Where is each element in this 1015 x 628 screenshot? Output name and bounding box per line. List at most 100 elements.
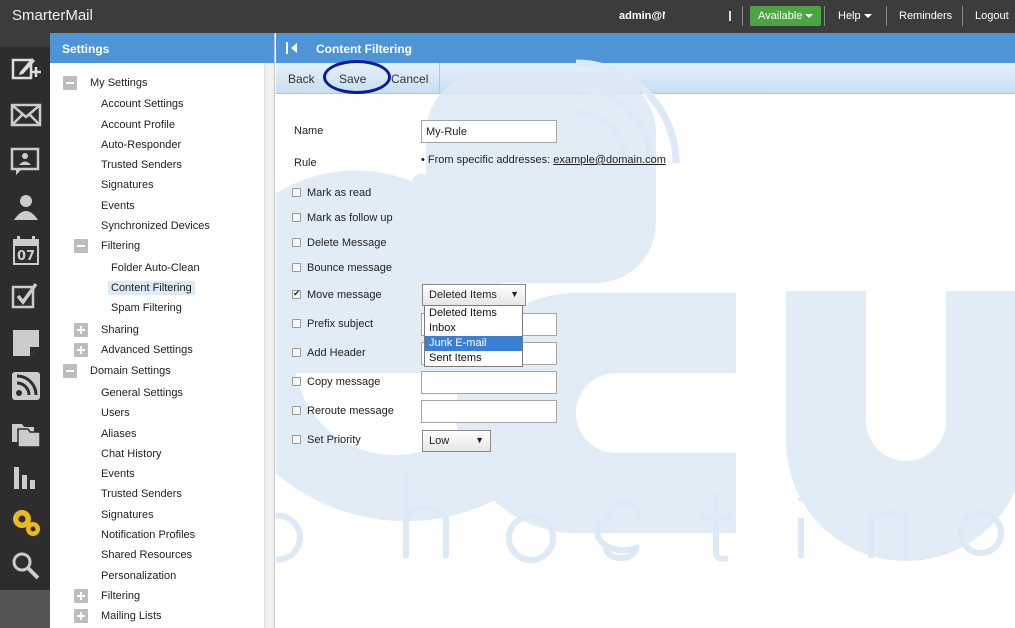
bounce-message-checkbox[interactable] [292, 263, 301, 272]
reroute-message-input[interactable] [421, 400, 557, 423]
tree-item-users[interactable]: Users [101, 407, 130, 419]
toolbar: Back Save Cancel [276, 60, 1015, 94]
tree-item-domain-filtering[interactable]: Filtering [101, 590, 140, 602]
divider [962, 6, 963, 26]
rule-label: Rule [294, 157, 317, 169]
contacts-icon[interactable] [10, 191, 42, 223]
page-title: Content Filtering [316, 42, 412, 56]
delete-message-checkbox[interactable] [292, 238, 301, 247]
collapse-icon[interactable] [74, 239, 88, 253]
priority-value: Low [429, 435, 450, 447]
priority-select[interactable]: Low ▼ [422, 430, 491, 452]
tree-item-events[interactable]: Events [101, 200, 135, 212]
help-menu[interactable]: Help [838, 10, 872, 22]
tree-item-my-settings[interactable]: My Settings [90, 77, 147, 89]
logout-link[interactable]: Logout [975, 10, 1009, 22]
tree-item-domain-signatures[interactable]: Signatures [101, 509, 154, 521]
calendar-icon[interactable]: 07 [10, 235, 42, 267]
divider [886, 6, 887, 26]
app-title: SmarterMail [12, 7, 93, 24]
expand-icon[interactable] [74, 609, 88, 623]
rss-icon[interactable] [10, 370, 42, 402]
tree-item-aliases[interactable]: Aliases [101, 428, 136, 440]
move-folder-options: Deleted Items Inbox Junk E-mail Sent Ite… [424, 305, 523, 367]
tree-item-domain-trusted-senders[interactable]: Trusted Senders [101, 488, 182, 500]
tree-item-mailing-lists[interactable]: Mailing Lists [101, 610, 162, 622]
tree-item-personalization[interactable]: Personalization [101, 570, 176, 582]
tree-item-synchronized-devices[interactable]: Synchronized Devices [101, 220, 210, 232]
tree-item-notification-profiles[interactable]: Notification Profiles [101, 529, 195, 541]
files-icon[interactable] [10, 416, 42, 448]
toolbar-divider [439, 63, 440, 94]
mark-as-read-checkbox[interactable] [292, 188, 301, 197]
tree-item-shared-resources[interactable]: Shared Resources [101, 549, 192, 561]
tree-item-account-settings[interactable]: Account Settings [101, 98, 184, 110]
tree-item-filtering[interactable]: Filtering [101, 240, 140, 252]
bounce-message-label: Bounce message [307, 262, 392, 274]
content-header: Content Filtering [276, 33, 1015, 63]
expand-icon[interactable] [74, 589, 88, 603]
mark-as-follow-up-checkbox[interactable] [292, 213, 301, 222]
copy-message-checkbox[interactable] [292, 377, 301, 386]
tree-item-domain-events[interactable]: Events [101, 468, 135, 480]
option-deleted-items[interactable]: Deleted Items [425, 306, 522, 321]
add-header-checkbox[interactable] [292, 348, 301, 357]
reminders-link[interactable]: Reminders [899, 10, 952, 22]
name-input[interactable] [421, 120, 557, 143]
reroute-message-checkbox[interactable] [292, 406, 301, 415]
settings-icon[interactable] [10, 506, 42, 538]
prefix-subject-checkbox[interactable] [292, 319, 301, 328]
move-message-checkbox[interactable] [292, 288, 301, 299]
tree-item-content-filtering[interactable]: Content Filtering [108, 281, 195, 295]
chevron-down-icon [863, 14, 872, 19]
collapse-panel-icon[interactable] [284, 40, 300, 56]
rule-description: • From specific addresses: example@domai… [421, 154, 666, 166]
app-rail: 07 [0, 33, 50, 628]
tasks-icon[interactable] [10, 280, 42, 312]
tree-item-auto-responder[interactable]: Auto-Responder [101, 139, 181, 151]
mail-icon[interactable] [10, 99, 42, 131]
expand-icon[interactable] [74, 323, 88, 337]
tree-item-trusted-senders[interactable]: Trusted Senders [101, 159, 182, 171]
add-header-label: Add Header [307, 347, 366, 359]
set-priority-checkbox[interactable] [292, 435, 301, 444]
tree-item-advanced-settings[interactable]: Advanced Settings [101, 344, 193, 356]
option-inbox[interactable]: Inbox [425, 321, 522, 336]
mark-as-follow-up-label: Mark as follow up [307, 212, 393, 224]
delete-message-label: Delete Message [307, 237, 387, 249]
user-email-mark [729, 11, 731, 21]
calendar-day: 07 [17, 249, 35, 264]
tree-item-account-profile[interactable]: Account Profile [101, 119, 175, 131]
status-dropdown[interactable]: Available [750, 6, 822, 26]
rule-address-link[interactable]: example@domain.com [553, 154, 666, 166]
reports-icon[interactable] [10, 461, 42, 493]
content-panel: Content Filtering Back Save Cancel Name … [276, 33, 1015, 628]
mark-as-read-label: Mark as read [307, 187, 372, 199]
copy-message-input[interactable] [421, 371, 557, 394]
save-button[interactable]: Save [339, 72, 366, 86]
chat-icon[interactable] [10, 145, 42, 177]
cancel-button[interactable]: Cancel [391, 72, 428, 86]
tree-item-signatures[interactable]: Signatures [101, 179, 154, 191]
settings-tree: Settings My Settings Account Settings Ac… [50, 33, 275, 628]
tree-item-general-settings[interactable]: General Settings [101, 387, 183, 399]
collapse-icon[interactable] [63, 76, 77, 90]
collapse-icon[interactable] [63, 364, 77, 378]
option-sent-items[interactable]: Sent Items [425, 351, 522, 366]
tree-item-sharing[interactable]: Sharing [101, 324, 139, 336]
tree-item-domain-settings[interactable]: Domain Settings [90, 365, 171, 377]
expand-icon[interactable] [74, 343, 88, 357]
notes-icon[interactable] [10, 326, 42, 358]
user-email[interactable]: admin@N [619, 10, 665, 22]
tree-item-chat-history[interactable]: Chat History [101, 448, 162, 460]
search-icon[interactable] [10, 550, 42, 582]
status-label: Available [758, 10, 803, 22]
move-folder-select[interactable]: Deleted Items ▼ [422, 284, 526, 306]
option-junk-email[interactable]: Junk E-mail [425, 336, 522, 351]
dropdown-arrow-icon: ▼ [510, 289, 519, 299]
tree-item-spam-filtering[interactable]: Spam Filtering [111, 302, 182, 314]
compose-icon[interactable] [10, 53, 42, 85]
tree-item-folder-auto-clean[interactable]: Folder Auto-Clean [111, 262, 200, 274]
back-button[interactable]: Back [288, 72, 315, 86]
tree-scrollbar[interactable] [264, 63, 274, 628]
